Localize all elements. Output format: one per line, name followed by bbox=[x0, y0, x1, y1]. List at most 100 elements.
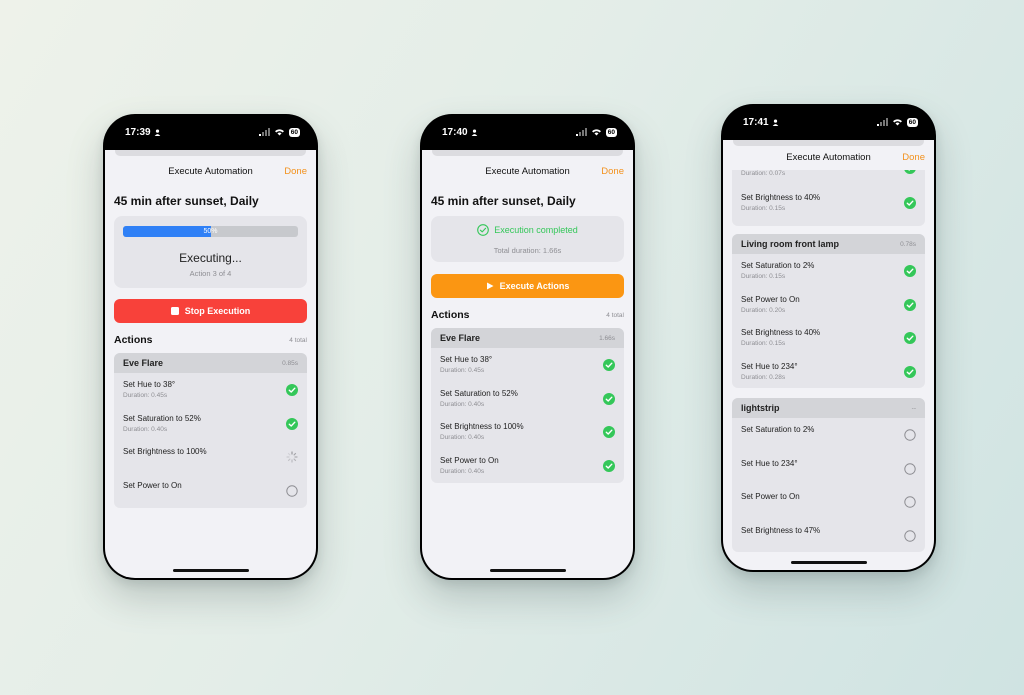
home-indicator[interactable] bbox=[172, 569, 249, 572]
actions-count: 4 total bbox=[289, 336, 307, 344]
sheet-backdrop bbox=[432, 150, 623, 156]
checkmark-circle-outline-icon bbox=[477, 224, 490, 236]
action-row[interactable]: Set Brightness to 40% Duration: 0.15s bbox=[732, 321, 925, 355]
action-row[interactable]: Set Brightness to 100% bbox=[114, 440, 307, 474]
action-duration: Duration: 0.40s bbox=[440, 434, 485, 442]
action-label: Set Power to On bbox=[741, 294, 800, 304]
action-label: Set Brightness to 40% bbox=[741, 328, 821, 338]
checkmark-circle-icon bbox=[286, 383, 298, 396]
wifi-icon bbox=[892, 119, 902, 126]
action-label: Set Hue to 234° bbox=[741, 458, 798, 468]
action-row[interactable]: Set Power to On bbox=[114, 474, 307, 508]
action-row[interactable]: Set Saturation to 2% Duration: 0.15s bbox=[732, 254, 925, 288]
action-row[interactable]: Set Saturation to 52% Duration: 0.40s bbox=[431, 382, 624, 416]
action-row[interactable]: Set Power to On Duration: 0.20s bbox=[732, 288, 925, 322]
action-label: Set Power to On bbox=[741, 492, 800, 502]
screen: Execute Automation Done 45 min after sun… bbox=[422, 150, 633, 578]
done-button[interactable]: Done bbox=[902, 152, 925, 163]
sheet-header: Execute Automation Done bbox=[105, 160, 316, 182]
sheet-title: Execute Automation bbox=[786, 151, 871, 163]
status-bar: 17:40 60 bbox=[420, 114, 635, 150]
action-label: Set Saturation to 2% bbox=[741, 425, 815, 434]
action-label: Set Hue to 38° bbox=[123, 380, 176, 389]
phone-3: 17:41 60 Duration: 0.07s Set Brightness … bbox=[721, 104, 936, 572]
executing-title: Executing... bbox=[179, 251, 242, 265]
action-duration: Duration: 0.45s bbox=[440, 367, 485, 374]
checkmark-circle-icon bbox=[603, 358, 615, 371]
total-duration: Total duration: 1.66s bbox=[493, 246, 562, 255]
empty-circle-icon bbox=[286, 485, 298, 497]
group-duration: -- bbox=[911, 404, 916, 412]
person-icon bbox=[772, 118, 778, 126]
group-name: Eve Flare bbox=[123, 358, 164, 368]
actions-header: Actions 4 total bbox=[114, 332, 307, 348]
empty-circle-icon bbox=[904, 429, 916, 441]
automation-title: 45 min after sunset, Daily bbox=[114, 194, 259, 208]
action-row[interactable]: Set Hue to 234° Duration: 0.28s bbox=[732, 355, 925, 388]
actions-title: Actions bbox=[431, 309, 470, 321]
stop-execution-label: Stop Execution bbox=[184, 306, 251, 316]
home-indicator[interactable] bbox=[790, 561, 867, 564]
action-label: Set Power to On bbox=[440, 456, 499, 466]
status-time: 17:39 bbox=[125, 126, 151, 138]
sheet-title: Execute Automation bbox=[168, 165, 253, 177]
action-row[interactable]: Set Hue to 38° Duration: 0.45s bbox=[114, 373, 307, 407]
action-duration: Duration: 0.15s bbox=[741, 340, 786, 348]
execution-status-card: 50% Executing... Action 3 of 4 bbox=[114, 216, 307, 288]
checkmark-circle-icon bbox=[603, 426, 615, 439]
phone-2: 17:40 60 Execute Automation Done 45 min … bbox=[420, 114, 635, 580]
stop-execution-button[interactable]: Stop Execution bbox=[114, 299, 307, 323]
action-row[interactable]: Set Power to On bbox=[732, 485, 925, 519]
action-row[interactable]: Set Brightness to 100% Duration: 0.40s bbox=[431, 415, 624, 449]
checkmark-circle-icon bbox=[603, 392, 615, 405]
group-name: lightstrip bbox=[741, 403, 780, 413]
checkmark-circle-icon bbox=[904, 298, 916, 311]
checkmark-circle-icon bbox=[904, 264, 916, 277]
battery-icon: 60 bbox=[605, 127, 617, 137]
play-icon bbox=[486, 282, 494, 290]
action-group-eve-flare: Eve Flare 1.66s Set Hue to 38° Duration:… bbox=[431, 328, 624, 483]
status-bar: 17:41 60 bbox=[721, 104, 936, 140]
progress-bar: 50% bbox=[123, 226, 298, 237]
sheet-title: Execute Automation bbox=[485, 165, 570, 177]
action-row[interactable]: Set Saturation to 52% Duration: 0.40s bbox=[114, 407, 307, 441]
action-label: Set Saturation to 52% bbox=[123, 413, 201, 423]
done-button[interactable]: Done bbox=[284, 166, 307, 177]
action-row[interactable]: Set Power to On Duration: 0.40s bbox=[431, 449, 624, 483]
action-label: Set Saturation to 2% bbox=[741, 261, 815, 270]
spinner-icon bbox=[286, 451, 298, 463]
action-label: Set Hue to 234° bbox=[741, 362, 798, 372]
empty-circle-icon bbox=[904, 462, 916, 475]
action-group-lightstrip: lightstrip -- Set Saturation to 2% Set H… bbox=[732, 398, 925, 552]
action-duration: Duration: 0.20s bbox=[741, 306, 786, 314]
automation-title: 45 min after sunset, Daily bbox=[431, 194, 576, 208]
partial-action-duration: Duration: 0.07s bbox=[741, 170, 786, 177]
person-icon bbox=[154, 128, 160, 136]
action-duration: Duration: 0.15s bbox=[741, 205, 786, 212]
action-label: Set Brightness to 40% bbox=[741, 193, 821, 202]
action-row[interactable]: Set Brightness to 40% Duration: 0.15s bbox=[732, 186, 925, 220]
checkmark-circle-icon bbox=[904, 196, 916, 209]
execute-actions-button[interactable]: Execute Actions bbox=[431, 274, 624, 298]
action-label: Set Saturation to 52% bbox=[440, 388, 518, 398]
screen: Duration: 0.07s Set Brightness to 40% Du… bbox=[723, 140, 934, 570]
done-button[interactable]: Done bbox=[601, 166, 624, 177]
progress-label: 50% bbox=[203, 228, 218, 235]
group-name: Living room front lamp bbox=[741, 239, 839, 249]
action-row[interactable]: Set Hue to 38° Duration: 0.45s bbox=[431, 348, 624, 382]
group-duration: 0.85s bbox=[282, 359, 298, 367]
cellular-icon bbox=[876, 118, 888, 126]
status-time: 17:41 bbox=[743, 116, 769, 128]
action-duration: Duration: 0.45s bbox=[123, 392, 168, 399]
checkmark-circle-icon bbox=[286, 417, 298, 430]
home-indicator[interactable] bbox=[489, 569, 566, 572]
action-label: Set Hue to 38° bbox=[440, 355, 493, 364]
executing-subtitle: Action 3 of 4 bbox=[189, 269, 232, 278]
action-label: Set Brightness to 100% bbox=[123, 447, 207, 457]
checkmark-circle-icon bbox=[603, 459, 615, 472]
execution-result-card: Execution completed Total duration: 1.66… bbox=[431, 216, 624, 262]
action-row[interactable]: Set Saturation to 2% bbox=[732, 418, 925, 452]
sheet-header: Execute Automation Done bbox=[422, 160, 633, 182]
action-row[interactable]: Set Brightness to 47% bbox=[732, 519, 925, 552]
action-row[interactable]: Set Hue to 234° bbox=[732, 452, 925, 486]
